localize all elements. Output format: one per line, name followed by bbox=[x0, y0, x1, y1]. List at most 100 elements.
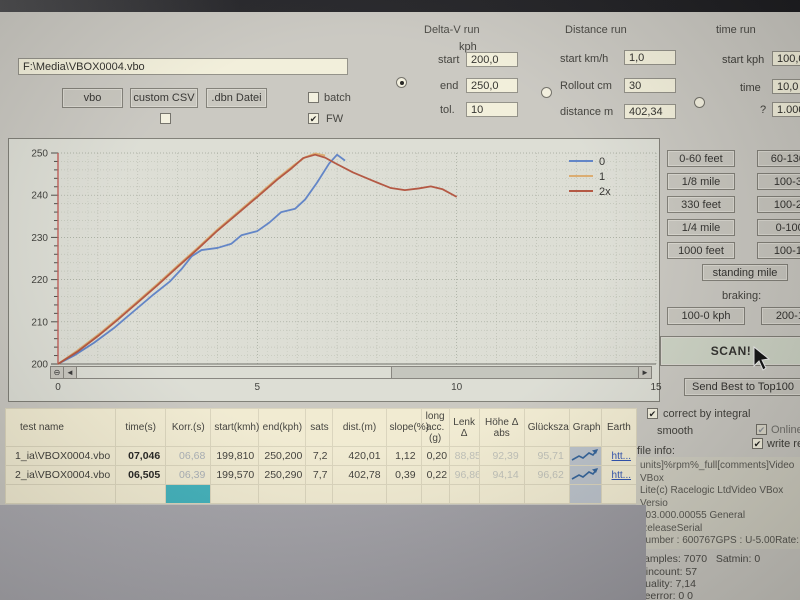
col-header[interactable]: start(kmh) bbox=[211, 409, 259, 447]
quick-button-1000-feet[interactable]: 1000 feet bbox=[667, 242, 735, 259]
cell-slope[interactable]: 0,39 bbox=[386, 466, 421, 485]
col-header[interactable]: slope(%) bbox=[386, 409, 421, 447]
batch-checkbox[interactable] bbox=[308, 92, 319, 103]
dbn-datei-button[interactable]: .dbn Datei bbox=[206, 88, 267, 108]
cell-empty[interactable] bbox=[6, 485, 116, 504]
cell-end[interactable]: 250,290 bbox=[259, 466, 306, 485]
col-header[interactable]: Earth bbox=[601, 409, 636, 447]
table-row-empty[interactable] bbox=[6, 485, 637, 504]
deltav-end-input[interactable] bbox=[466, 78, 518, 93]
online-checkbox[interactable]: ✔ bbox=[756, 424, 767, 435]
distance-start-input[interactable] bbox=[624, 50, 676, 65]
col-header[interactable]: sats bbox=[306, 409, 333, 447]
scan-button[interactable]: SCAN! bbox=[660, 336, 800, 366]
cell-glueck[interactable]: 96,62 bbox=[524, 466, 569, 485]
timerun-radio[interactable] bbox=[694, 97, 705, 108]
cell-empty[interactable] bbox=[601, 485, 636, 504]
distance-radio[interactable] bbox=[541, 87, 552, 98]
quick-button-0-60-feet[interactable]: 0-60 feet bbox=[667, 150, 735, 167]
timerun-time-input[interactable] bbox=[772, 79, 800, 94]
quick-button-100-300[interactable]: 100-300 bbox=[757, 173, 800, 190]
correct-by-integral-checkbox[interactable]: ✔ bbox=[647, 408, 658, 419]
quick-button-0-100-k[interactable]: 0-100 k bbox=[757, 219, 800, 236]
scroll-left-icon[interactable]: ◄ bbox=[64, 367, 77, 378]
quick-button-330-feet[interactable]: 330 feet bbox=[667, 196, 735, 213]
chart-scrollbar[interactable]: ⊖ ◄ ► bbox=[50, 366, 652, 379]
table-row[interactable]: 2_ia\VBOX0004.vbo06,50506,39199,570250,2… bbox=[6, 466, 637, 485]
rollout-input[interactable] bbox=[624, 78, 676, 93]
cell-korr[interactable]: 06,68 bbox=[166, 447, 211, 466]
col-header[interactable]: dist.(m) bbox=[333, 409, 386, 447]
fw-checkbox[interactable]: ✔ bbox=[308, 113, 319, 124]
cell-start[interactable]: 199,810 bbox=[211, 447, 259, 466]
col-header[interactable]: Graph bbox=[569, 409, 601, 447]
distance-m-input[interactable] bbox=[624, 104, 676, 119]
cell-empty[interactable] bbox=[259, 485, 306, 504]
cell-empty[interactable] bbox=[569, 485, 601, 504]
scroll-right-icon[interactable]: ► bbox=[638, 367, 651, 378]
file-path-input[interactable] bbox=[18, 58, 348, 75]
cell-empty[interactable] bbox=[306, 485, 333, 504]
scrollbar-track[interactable] bbox=[392, 367, 638, 378]
custom-csv-button[interactable]: custom CSV bbox=[130, 88, 198, 108]
send-best-button[interactable]: Send Best to Top100 bbox=[684, 378, 800, 396]
cell-name[interactable]: 2_ia\VBOX0004.vbo bbox=[6, 466, 116, 485]
cell-empty[interactable] bbox=[116, 485, 166, 504]
col-header[interactable]: time(s) bbox=[116, 409, 166, 447]
vbo-button[interactable]: vbo bbox=[62, 88, 123, 108]
col-header[interactable]: Glücksza bbox=[524, 409, 569, 447]
unnamed-checkbox[interactable] bbox=[160, 113, 171, 124]
cell-time[interactable]: 07,046 bbox=[116, 447, 166, 466]
cell-acc[interactable]: 0,22 bbox=[421, 466, 449, 485]
cell-empty[interactable] bbox=[211, 485, 259, 504]
cell-dist[interactable]: 402,78 bbox=[333, 466, 386, 485]
earth-link[interactable]: htt... bbox=[612, 451, 631, 462]
col-header[interactable]: long acc.(g) bbox=[421, 409, 449, 447]
braking-100-0-button[interactable]: 100-0 kph bbox=[667, 307, 745, 325]
cell-empty[interactable] bbox=[449, 485, 479, 504]
cell-empty[interactable] bbox=[166, 485, 211, 504]
cell-lenk[interactable]: 96,86 bbox=[449, 466, 479, 485]
cell-hoehe[interactable]: 92,39 bbox=[479, 447, 524, 466]
cell-empty[interactable] bbox=[333, 485, 386, 504]
cell-glueck[interactable]: 95,71 bbox=[524, 447, 569, 466]
zoom-out-icon[interactable]: ⊖ bbox=[51, 367, 64, 378]
cell-dist[interactable]: 420,01 bbox=[333, 447, 386, 466]
cell-sats[interactable]: 7,7 bbox=[306, 466, 333, 485]
cell-empty[interactable] bbox=[479, 485, 524, 504]
col-header[interactable]: Höhe Δ abs bbox=[479, 409, 524, 447]
quick-button-100-200[interactable]: 100-200 bbox=[757, 196, 800, 213]
cell-end[interactable]: 250,200 bbox=[259, 447, 306, 466]
write-re-checkbox[interactable]: ✔ bbox=[752, 438, 763, 449]
timerun-start-input[interactable] bbox=[772, 51, 800, 66]
cell-name[interactable]: 1_ia\VBOX0004.vbo bbox=[6, 447, 116, 466]
table-row[interactable]: 1_ia\VBOX0004.vbo07,04606,68199,810250,2… bbox=[6, 447, 637, 466]
braking-200-100-button[interactable]: 200-100 bbox=[761, 307, 800, 325]
cell-empty[interactable] bbox=[421, 485, 449, 504]
cell-slope[interactable]: 1,12 bbox=[386, 447, 421, 466]
cell-empty[interactable] bbox=[524, 485, 569, 504]
graph-icon[interactable] bbox=[569, 447, 601, 466]
col-header[interactable]: test name bbox=[6, 409, 116, 447]
cell-start[interactable]: 199,570 bbox=[211, 466, 259, 485]
cell-empty[interactable] bbox=[386, 485, 421, 504]
earth-link-cell[interactable]: htt... bbox=[601, 466, 636, 485]
deltav-radio[interactable] bbox=[396, 77, 407, 88]
quick-button-1-8-mile[interactable]: 1/8 mile bbox=[667, 173, 735, 190]
scrollbar-thumb[interactable] bbox=[77, 367, 392, 378]
deltav-tol-input[interactable] bbox=[466, 102, 518, 117]
col-header[interactable]: Lenk Δ bbox=[449, 409, 479, 447]
standing-mile-button[interactable]: standing mile bbox=[702, 264, 788, 281]
quick-button-60-130-m[interactable]: 60-130 m bbox=[757, 150, 800, 167]
earth-link[interactable]: htt... bbox=[612, 470, 631, 481]
cell-hoehe[interactable]: 94,14 bbox=[479, 466, 524, 485]
cell-time[interactable]: 06,505 bbox=[116, 466, 166, 485]
quick-button-100-160[interactable]: 100-160 bbox=[757, 242, 800, 259]
deltav-start-input[interactable] bbox=[466, 52, 518, 67]
graph-icon[interactable] bbox=[569, 466, 601, 485]
cell-lenk[interactable]: 88,85 bbox=[449, 447, 479, 466]
col-header[interactable]: end(kph) bbox=[259, 409, 306, 447]
quick-button-1-4-mile[interactable]: 1/4 mile bbox=[667, 219, 735, 236]
cell-korr[interactable]: 06,39 bbox=[166, 466, 211, 485]
earth-link-cell[interactable]: htt... bbox=[601, 447, 636, 466]
